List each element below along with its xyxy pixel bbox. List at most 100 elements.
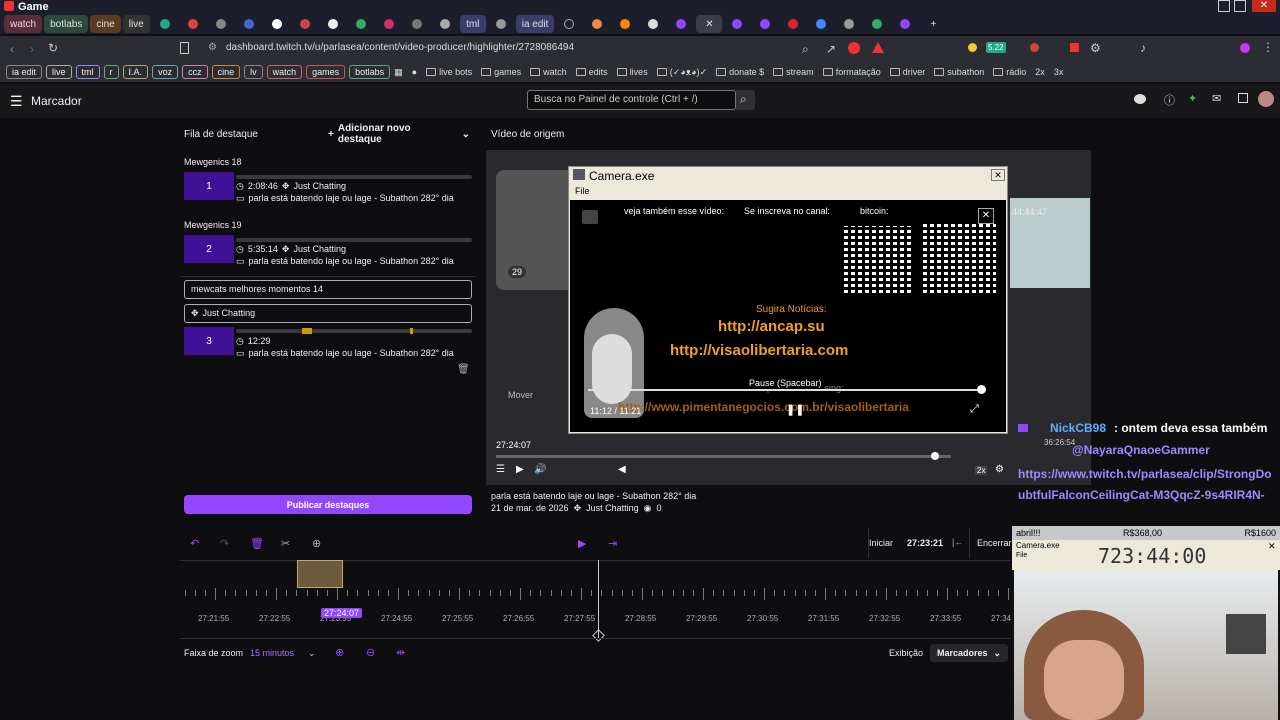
- zoom-select[interactable]: 15 minutos ⌄: [250, 645, 320, 661]
- tab-icon[interactable]: [556, 15, 582, 33]
- camera-seek-bar[interactable]: [588, 389, 982, 391]
- bookmark-link[interactable]: 2x: [1035, 67, 1045, 77]
- add-highlight-button[interactable]: + Adicionar novo destaque ⌄: [328, 123, 470, 145]
- redo-icon[interactable]: ↷: [220, 537, 229, 550]
- bookmark-folder[interactable]: live bots: [426, 67, 472, 77]
- camera-seek-handle[interactable]: [977, 385, 986, 394]
- tab-ia-edit[interactable]: ia edit: [515, 15, 555, 33]
- highlight-title-input[interactable]: mewcats melhores momentos 14: [184, 280, 472, 299]
- pause-icon[interactable]: ❚❚: [786, 403, 804, 416]
- bookmark-chip[interactable]: I.A.: [122, 65, 149, 79]
- tab-tml[interactable]: tml: [459, 15, 486, 33]
- tab-icon[interactable]: [584, 15, 610, 33]
- new-tab-button[interactable]: +: [920, 15, 946, 33]
- play-icon[interactable]: ▶: [516, 464, 524, 475]
- close-window-button[interactable]: ✕: [1252, 0, 1276, 12]
- tab-icon[interactable]: [724, 15, 750, 33]
- bookmark-chip[interactable]: ccz: [182, 65, 208, 79]
- add-clip-icon[interactable]: ⊕: [312, 537, 321, 550]
- trash-icon[interactable]: 🗑: [250, 537, 264, 550]
- tab-icon[interactable]: [752, 15, 778, 33]
- bookmark-chip[interactable]: cine: [211, 65, 241, 79]
- site-info-icon[interactable]: ⚙: [208, 42, 217, 53]
- extension-icon[interactable]: ✦: [1188, 92, 1197, 105]
- bookmark-folder[interactable]: (✓◕ᴥ◕)✓: [656, 67, 707, 78]
- inbox-icon[interactable]: ✉: [1212, 92, 1221, 105]
- bookmark-icon[interactable]: [180, 42, 189, 54]
- link-visaolibertaria[interactable]: http://visaolibertaria.com: [670, 342, 848, 359]
- bookmark-chip[interactable]: tml: [75, 65, 100, 79]
- tab-icon[interactable]: [292, 15, 318, 33]
- bookmark-chip[interactable]: lv: [244, 65, 263, 79]
- extension-icon[interactable]: [1030, 43, 1039, 52]
- tab-icon[interactable]: [152, 15, 178, 33]
- url-field[interactable]: dashboard.twitch.tv/u/parlasea/content/v…: [226, 42, 574, 53]
- start-time[interactable]: 27:23:21: [907, 538, 943, 548]
- tab-icon[interactable]: [320, 15, 346, 33]
- menu-dots-icon[interactable]: ⋮: [1262, 40, 1274, 54]
- highlight-thumbnail[interactable]: 3: [184, 327, 234, 355]
- tab-icon[interactable]: [640, 15, 666, 33]
- settings-icon[interactable]: ⚙: [995, 464, 1004, 475]
- dashboard-search-input[interactable]: Busca no Painel de controle (Ctrl + /): [527, 90, 736, 110]
- bookmark-folder[interactable]: watch: [530, 67, 567, 77]
- forward-icon[interactable]: ›: [30, 42, 34, 56]
- tab-icon[interactable]: [780, 15, 806, 33]
- seek-handle[interactable]: [931, 452, 939, 460]
- tab-watch[interactable]: watch: [4, 15, 43, 33]
- bookmark-folder[interactable]: stream: [773, 67, 814, 77]
- skip-end-icon[interactable]: ⇥: [608, 537, 617, 550]
- playhead[interactable]: [598, 560, 599, 638]
- bookmark-folder[interactable]: edits: [575, 67, 608, 77]
- zoom-out-icon[interactable]: ⊖: [366, 646, 375, 659]
- playback-speed-button[interactable]: 2x: [975, 466, 988, 475]
- tab-icon[interactable]: [264, 15, 290, 33]
- music-icon[interactable]: ♪: [1140, 41, 1146, 55]
- tab-icon[interactable]: [836, 15, 862, 33]
- whispers-icon[interactable]: [1238, 93, 1248, 103]
- bookmark-chip[interactable]: watch: [266, 65, 303, 79]
- close-icon[interactable]: ✕: [991, 169, 1005, 181]
- zoom-in-icon[interactable]: ⊕: [335, 646, 344, 659]
- scissors-icon[interactable]: ✂: [281, 537, 290, 550]
- volume-icon[interactable]: 🔊: [534, 464, 546, 475]
- bookmark-chip[interactable]: botlabs: [349, 65, 391, 79]
- bookmark-folder[interactable]: games: [481, 67, 521, 77]
- tab-icon[interactable]: [180, 15, 206, 33]
- display-select[interactable]: Marcadores ⌄: [930, 644, 1008, 662]
- play-icon[interactable]: ▶: [578, 537, 586, 550]
- bookmark-folder[interactable]: rádio: [993, 67, 1026, 77]
- close-icon[interactable]: ✕: [978, 208, 994, 224]
- bookmark-folder[interactable]: driver: [889, 67, 925, 77]
- bookmark-folder[interactable]: formatação: [822, 67, 881, 77]
- bookmark-chip[interactable]: games: [306, 65, 346, 79]
- reload-icon[interactable]: ↻: [48, 41, 58, 55]
- highlight-clip-block[interactable]: [297, 560, 343, 588]
- search-icon[interactable]: ⌕: [802, 42, 809, 57]
- bookmark-folder[interactable]: subathon: [934, 67, 984, 77]
- link-ancap[interactable]: http://ancap.su: [718, 318, 825, 335]
- highlight-thumbnail[interactable]: 1: [184, 172, 234, 200]
- video-seek-bar[interactable]: [496, 455, 951, 458]
- warning-icon[interactable]: [872, 42, 884, 53]
- profile-icon[interactable]: [1240, 43, 1250, 53]
- hamburger-menu-icon[interactable]: ☰: [10, 93, 23, 110]
- camera-control-icon[interactable]: [582, 210, 598, 224]
- notifications-icon[interactable]: [1134, 94, 1146, 104]
- extension-icon[interactable]: ⚙: [1090, 41, 1101, 55]
- tab-icon[interactable]: [488, 15, 514, 33]
- publish-highlights-button[interactable]: Publicar destaques: [184, 495, 472, 514]
- tab-icon[interactable]: [864, 15, 890, 33]
- fullscreen-icon[interactable]: ⤢: [970, 403, 979, 416]
- tab-icon[interactable]: [612, 15, 638, 33]
- link-pimenta[interactable]: http://www.pimentanegocios.com.br/visaol…: [618, 400, 909, 414]
- tab-icon[interactable]: [404, 15, 430, 33]
- undo-icon[interactable]: ↶: [190, 537, 199, 550]
- tab-active[interactable]: ✕: [696, 15, 723, 33]
- playhead-handle[interactable]: [592, 629, 605, 642]
- minimize-button[interactable]: [1218, 0, 1230, 12]
- extension-icon[interactable]: ●: [412, 67, 417, 77]
- tab-botlabs[interactable]: botlabs: [44, 15, 89, 33]
- bookmark-folder[interactable]: donate $: [716, 67, 764, 77]
- tab-icon[interactable]: [376, 15, 402, 33]
